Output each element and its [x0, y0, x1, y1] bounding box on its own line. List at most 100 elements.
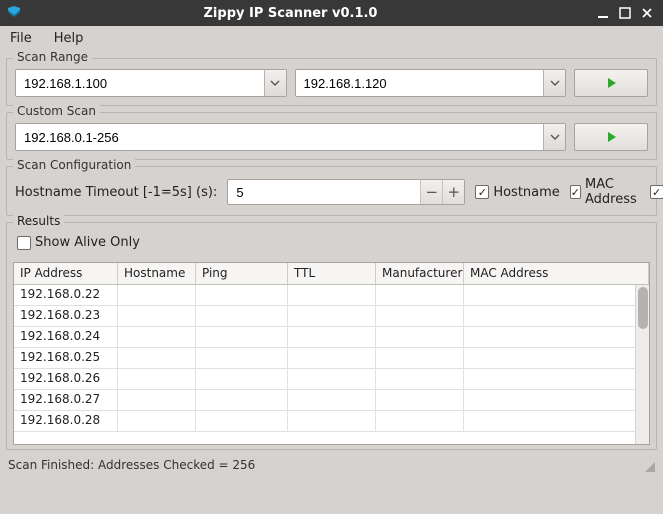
cell-manu [376, 306, 464, 326]
timeout-spinbox[interactable]: − + [227, 179, 465, 205]
cell-host [118, 411, 196, 431]
play-icon [605, 131, 617, 143]
checkbox-icon [650, 185, 663, 199]
cell-mac [464, 369, 649, 389]
checkbox-icon [475, 185, 489, 199]
scan-range-from-input[interactable] [16, 70, 264, 96]
cell-manu [376, 327, 464, 347]
chevron-down-icon[interactable] [543, 124, 565, 150]
cell-host [118, 390, 196, 410]
col-header-host[interactable]: Hostname [118, 263, 196, 284]
cell-ttl [288, 285, 376, 305]
cell-host [118, 285, 196, 305]
scan-range-start-button[interactable] [574, 69, 648, 97]
cell-manu [376, 369, 464, 389]
cell-manu [376, 390, 464, 410]
table-row[interactable]: 192.168.0.28 [14, 411, 649, 432]
menu-help[interactable]: Help [50, 29, 88, 48]
chevron-down-icon[interactable] [543, 70, 565, 96]
scan-range-from-combo[interactable] [15, 69, 287, 97]
results-legend: Results [13, 214, 64, 228]
spin-down-button[interactable]: − [420, 180, 442, 204]
cell-host [118, 306, 196, 326]
col-header-manu[interactable]: Manufacturer [376, 263, 464, 284]
table-row[interactable]: 192.168.0.23 [14, 306, 649, 327]
hostname-checkbox[interactable]: Hostname [475, 185, 559, 200]
cell-ttl [288, 348, 376, 368]
cell-ping [196, 390, 288, 410]
col-header-ip[interactable]: IP Address [14, 263, 118, 284]
cell-ttl [288, 390, 376, 410]
cell-ping [196, 327, 288, 347]
cell-manu [376, 348, 464, 368]
menu-file[interactable]: File [6, 29, 36, 48]
table-header: IP Address Hostname Ping TTL Manufacture… [14, 263, 649, 285]
scan-config-group: Scan Configuration Hostname Timeout [-1=… [6, 166, 657, 216]
scan-range-group: Scan Range [6, 58, 657, 106]
scan-range-legend: Scan Range [13, 50, 92, 64]
scan-range-to-input[interactable] [296, 70, 544, 96]
manufacturer-checkbox[interactable]: Manufacturer [650, 185, 663, 200]
cell-ip: 192.168.0.24 [14, 327, 118, 347]
cell-manu [376, 411, 464, 431]
table-row[interactable]: 192.168.0.24 [14, 327, 649, 348]
menu-bar: File Help [0, 26, 663, 50]
cell-host [118, 348, 196, 368]
table-row[interactable]: 192.168.0.25 [14, 348, 649, 369]
status-text: Scan Finished: Addresses Checked = 256 [8, 458, 255, 472]
status-bar: Scan Finished: Addresses Checked = 256 [0, 454, 663, 476]
window-title: Zippy IP Scanner v0.1.0 [0, 6, 591, 21]
cell-ttl [288, 369, 376, 389]
cell-ip: 192.168.0.23 [14, 306, 118, 326]
cell-ip: 192.168.0.25 [14, 348, 118, 368]
scan-config-legend: Scan Configuration [13, 158, 135, 172]
cell-ping [196, 306, 288, 326]
cell-mac [464, 348, 649, 368]
custom-scan-combo[interactable] [15, 123, 566, 151]
resize-grip-icon[interactable] [641, 458, 655, 472]
cell-ttl [288, 411, 376, 431]
custom-scan-legend: Custom Scan [13, 104, 100, 118]
cell-host [118, 327, 196, 347]
timeout-input[interactable] [228, 180, 420, 204]
close-button[interactable] [637, 3, 657, 23]
table-body[interactable]: 192.168.0.22192.168.0.23192.168.0.24192.… [14, 285, 649, 445]
scan-range-to-combo[interactable] [295, 69, 567, 97]
cell-manu [376, 285, 464, 305]
minimize-button[interactable] [593, 3, 613, 23]
maximize-button[interactable] [615, 3, 635, 23]
hostname-checkbox-label: Hostname [493, 185, 559, 200]
cell-ping [196, 369, 288, 389]
mac-checkbox[interactable]: MAC Address [570, 177, 640, 207]
table-row[interactable]: 192.168.0.22 [14, 285, 649, 306]
col-header-ttl[interactable]: TTL [288, 263, 376, 284]
cell-mac [464, 327, 649, 347]
table-row[interactable]: 192.168.0.26 [14, 369, 649, 390]
scrollbar-thumb[interactable] [638, 287, 648, 329]
table-row[interactable]: 192.168.0.27 [14, 390, 649, 411]
col-header-mac[interactable]: MAC Address [464, 263, 649, 284]
checkbox-icon [570, 185, 581, 199]
custom-scan-group: Custom Scan [6, 112, 657, 160]
cell-mac [464, 390, 649, 410]
chevron-down-icon[interactable] [264, 70, 286, 96]
timeout-label: Hostname Timeout [-1=5s] (s): [15, 185, 217, 200]
custom-scan-input[interactable] [16, 124, 543, 150]
show-alive-label: Show Alive Only [35, 235, 140, 250]
title-bar: Zippy IP Scanner v0.1.0 [0, 0, 663, 26]
col-header-ping[interactable]: Ping [196, 263, 288, 284]
spin-up-button[interactable]: + [442, 180, 464, 204]
results-table[interactable]: IP Address Hostname Ping TTL Manufacture… [13, 262, 650, 446]
checkbox-icon [17, 236, 31, 250]
mac-checkbox-label: MAC Address [585, 177, 640, 207]
cell-mac [464, 306, 649, 326]
results-group: Results Show Alive Only IP Address Hostn… [6, 222, 657, 450]
cell-host [118, 369, 196, 389]
show-alive-checkbox[interactable]: Show Alive Only [17, 235, 140, 250]
custom-scan-start-button[interactable] [574, 123, 648, 151]
cell-mac [464, 411, 649, 431]
play-icon [605, 77, 617, 89]
cell-ip: 192.168.0.26 [14, 369, 118, 389]
cell-ping [196, 348, 288, 368]
scrollbar-vertical[interactable] [635, 285, 649, 445]
